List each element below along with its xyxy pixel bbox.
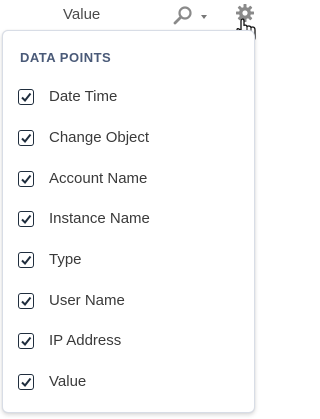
data-point-account-name[interactable]: Account Name [18,168,243,192]
checkbox[interactable] [18,333,34,349]
data-point-user-name[interactable]: User Name [18,290,243,314]
data-point-label: Type [49,251,82,268]
data-point-label: Account Name [49,170,148,187]
data-point-value[interactable]: Value [18,371,243,395]
checkmark-icon [21,133,32,144]
data-point-ip-address[interactable]: IP Address [18,330,243,354]
column-header-label: Value [63,6,101,23]
search-dropdown-button[interactable] [172,5,208,25]
data-point-label: Change Object [49,129,150,146]
data-point-label: Date Time [49,88,118,105]
checkbox[interactable] [18,211,34,227]
data-point-change-object[interactable]: Change Object [18,127,243,151]
checkmark-icon [21,336,32,347]
gear-icon [236,4,254,22]
panel-title: DATA POINTS [20,50,112,65]
data-point-date-time[interactable]: Date Time [18,86,243,110]
data-point-type[interactable]: Type [18,249,243,273]
data-point-label: Instance Name [49,210,150,227]
caret-down-icon [201,15,207,19]
column-header: Value [0,0,263,42]
checkbox[interactable] [18,293,34,309]
checkbox[interactable] [18,252,34,268]
search-icon [173,6,192,25]
data-points-panel: DATA POINTS Date Time Change Object Acco… [2,30,255,413]
checkmark-icon [21,92,32,103]
data-point-label: User Name [49,292,125,309]
data-point-label: Value [49,373,87,390]
checkbox[interactable] [18,89,34,105]
checkmark-icon [21,377,32,388]
checkbox[interactable] [18,130,34,146]
checkmark-icon [21,255,32,266]
data-point-label: IP Address [49,332,122,349]
data-point-instance-name[interactable]: Instance Name [18,208,243,232]
checkmark-icon [21,174,32,185]
checkmark-icon [21,214,32,225]
checkbox[interactable] [18,171,34,187]
checkbox[interactable] [18,374,34,390]
checkmark-icon [21,296,32,307]
